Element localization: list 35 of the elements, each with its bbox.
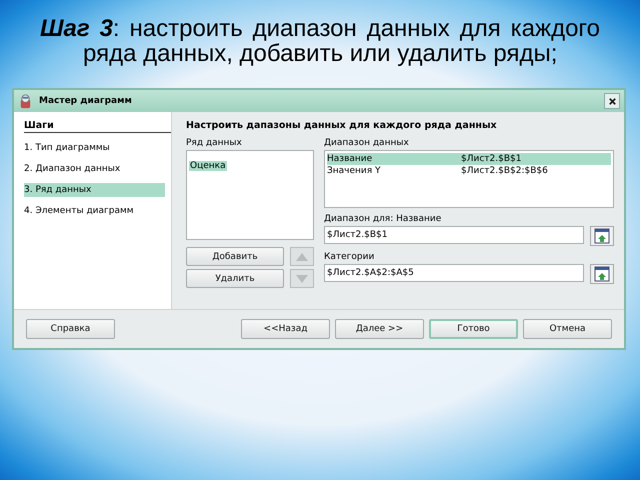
range-role: Название	[327, 153, 374, 165]
range-value: $Лист2.$B$2:$B$6	[461, 165, 548, 177]
series-button[interactable]: Добавить	[186, 247, 284, 266]
ranges-label: Диапазон данных	[324, 138, 410, 148]
page-title: Настроить дапазоны данных для каждого ряда данных	[186, 120, 498, 131]
step-item[interactable]: 2. Диапазон данных	[24, 162, 165, 176]
dialog-button[interactable]: Справка	[26, 319, 115, 339]
dialog-button[interactable]: <<Назад	[241, 319, 330, 339]
range-select-button[interactable]	[590, 264, 614, 284]
step-item[interactable]: 3. Ряд данных	[24, 183, 165, 197]
step-item[interactable]: 1. Тип диаграммы	[24, 141, 165, 155]
series-label: Ряд данных	[186, 138, 243, 148]
down-triangle-icon	[295, 274, 309, 284]
dialog-button[interactable]: Готово	[429, 319, 518, 339]
categories-label: Категории	[324, 252, 376, 262]
series-item[interactable]: Оценка	[189, 161, 227, 171]
dialog-button[interactable]: Отмена	[523, 319, 612, 339]
chart-wizard-icon	[18, 94, 33, 108]
up-triangle-icon	[295, 252, 309, 262]
range-role: Значения Y	[327, 165, 382, 177]
window-title: Мастер диаграмм	[39, 96, 133, 106]
range-row[interactable]: Значения Y $Лист2.$B$2:$B$6	[327, 165, 611, 177]
series-button[interactable]: Удалить	[186, 269, 284, 288]
categories-field[interactable]: $Лист2.$A$2:$A$5	[324, 264, 584, 282]
range-row[interactable]: Название $Лист2.$B$1	[327, 153, 611, 165]
range-value: $Лист2.$B$1	[461, 153, 522, 165]
step-item[interactable]: 4. Элементы диаграмм	[24, 204, 165, 218]
dialog-button[interactable]: Далее >>	[335, 319, 424, 339]
range-field[interactable]: $Лист2.$B$1	[324, 226, 584, 244]
range-for-label: Диапазон для: Название	[324, 214, 442, 224]
close-button[interactable]	[604, 93, 620, 109]
range-select-button[interactable]	[590, 226, 614, 246]
close-icon	[608, 96, 616, 106]
steps-heading: Шаги	[24, 120, 55, 131]
slide-heading: Шаг 3: настроить диапазон данных для каждого ряда данных, добавить или удалить ряды;	[40, 16, 600, 66]
